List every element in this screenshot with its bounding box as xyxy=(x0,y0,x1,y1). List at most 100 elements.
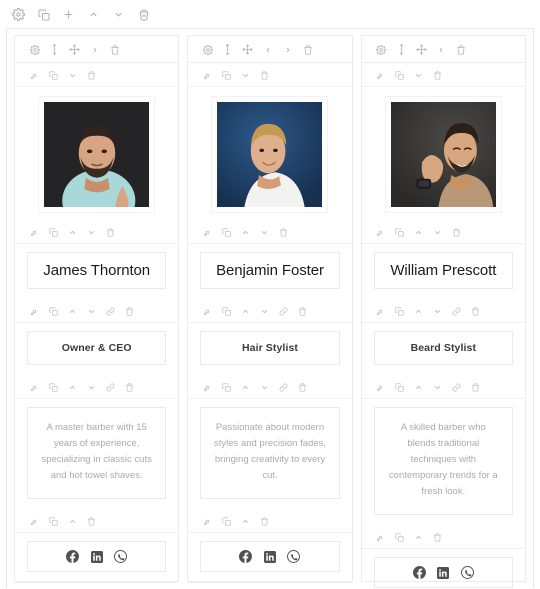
gear-icon[interactable] xyxy=(376,382,386,392)
trash-icon[interactable] xyxy=(471,382,481,392)
gear-icon[interactable] xyxy=(202,227,212,237)
move-icon[interactable] xyxy=(222,44,233,55)
trash-icon[interactable] xyxy=(109,44,120,55)
duplicate-icon[interactable] xyxy=(48,306,58,316)
chevron-up-icon[interactable] xyxy=(414,306,424,316)
chevron-up-icon[interactable] xyxy=(67,516,77,526)
member-name[interactable]: William Prescott xyxy=(373,252,513,289)
move-all-icon[interactable] xyxy=(242,44,254,55)
member-title[interactable]: Owner & CEO xyxy=(27,331,167,365)
trash-icon[interactable] xyxy=(471,306,481,316)
chevron-up-icon[interactable] xyxy=(414,227,424,237)
duplicate-icon[interactable] xyxy=(221,516,231,526)
link-icon[interactable] xyxy=(452,382,462,392)
trash-icon[interactable] xyxy=(433,70,443,80)
duplicate-icon[interactable] xyxy=(48,70,58,80)
chevron-up-icon[interactable] xyxy=(67,227,77,237)
duplicate-icon[interactable] xyxy=(48,382,58,392)
chevron-up-icon[interactable] xyxy=(240,227,250,237)
link-icon[interactable] xyxy=(278,382,288,392)
duplicate-icon[interactable] xyxy=(395,532,405,542)
trash-icon[interactable] xyxy=(433,532,443,542)
move-icon[interactable] xyxy=(396,44,407,55)
chevron-down-icon[interactable] xyxy=(414,70,424,80)
linkedin-icon[interactable] xyxy=(437,566,450,579)
team-card[interactable]: William Prescott Beard Stylist A skilled… xyxy=(360,35,526,588)
gear-icon[interactable] xyxy=(29,516,39,526)
link-icon[interactable] xyxy=(105,382,115,392)
chevron-down-icon[interactable] xyxy=(86,382,96,392)
duplicate-icon[interactable] xyxy=(221,306,231,316)
gear-icon[interactable] xyxy=(29,44,40,55)
duplicate-icon[interactable] xyxy=(221,70,231,80)
gear-icon[interactable] xyxy=(29,227,39,237)
add-element-row[interactable] xyxy=(188,582,352,589)
add-element-row[interactable] xyxy=(15,582,179,589)
chevron-down-icon[interactable] xyxy=(433,227,443,237)
trash-icon[interactable] xyxy=(297,382,307,392)
facebook-icon[interactable] xyxy=(412,566,426,579)
gear-icon[interactable] xyxy=(376,532,386,542)
gear-icon[interactable] xyxy=(376,227,386,237)
whatsapp-icon[interactable] xyxy=(460,566,474,579)
duplicate-icon[interactable] xyxy=(221,382,231,392)
portrait-james-thornton[interactable] xyxy=(39,97,155,212)
trash-icon[interactable] xyxy=(452,227,462,237)
chevron-up-icon[interactable] xyxy=(240,516,250,526)
chevron-left-icon[interactable] xyxy=(436,44,447,55)
member-bio[interactable]: Passionate about modern styles and preci… xyxy=(200,407,340,499)
duplicate-icon[interactable] xyxy=(395,382,405,392)
gear-icon[interactable] xyxy=(202,44,213,55)
chevron-down-icon[interactable] xyxy=(259,306,269,316)
trash-icon[interactable] xyxy=(137,8,150,21)
duplicate-icon[interactable] xyxy=(221,227,231,237)
member-name[interactable]: Benjamin Foster xyxy=(200,252,340,289)
trash-icon[interactable] xyxy=(124,382,134,392)
chevron-up-icon[interactable] xyxy=(414,532,424,542)
chevron-down-icon[interactable] xyxy=(259,227,269,237)
whatsapp-icon[interactable] xyxy=(287,550,301,563)
plus-icon[interactable] xyxy=(62,8,75,21)
gear-icon[interactable] xyxy=(376,44,387,55)
duplicate-icon[interactable] xyxy=(395,227,405,237)
linkedin-icon[interactable] xyxy=(90,550,103,563)
chevron-down-icon[interactable] xyxy=(259,382,269,392)
team-card[interactable]: Benjamin Foster Hair Stylist Passionate … xyxy=(187,35,353,583)
chevron-down-icon[interactable] xyxy=(240,70,250,80)
trash-icon[interactable] xyxy=(278,227,288,237)
trash-icon[interactable] xyxy=(124,306,134,316)
chevron-down-icon[interactable] xyxy=(433,306,443,316)
portrait-benjamin-foster[interactable] xyxy=(212,97,328,212)
trash-icon[interactable] xyxy=(302,44,313,55)
whatsapp-icon[interactable] xyxy=(114,550,128,563)
gear-icon[interactable] xyxy=(202,306,212,316)
duplicate-icon[interactable] xyxy=(48,227,58,237)
gear-icon[interactable] xyxy=(29,306,39,316)
chevron-up-icon[interactable] xyxy=(87,8,100,21)
link-icon[interactable] xyxy=(278,306,288,316)
member-title[interactable]: Hair Stylist xyxy=(200,331,340,365)
member-bio[interactable]: A master barber with 15 years of experie… xyxy=(27,407,167,499)
chevron-up-icon[interactable] xyxy=(240,382,250,392)
duplicate-icon[interactable] xyxy=(48,516,58,526)
chevron-down-icon[interactable] xyxy=(86,306,96,316)
duplicate-icon[interactable] xyxy=(395,70,405,80)
facebook-icon[interactable] xyxy=(239,550,253,563)
duplicate-icon[interactable] xyxy=(395,306,405,316)
gear-icon[interactable] xyxy=(202,70,212,80)
trash-icon[interactable] xyxy=(105,227,115,237)
member-title[interactable]: Beard Stylist xyxy=(373,331,513,365)
chevron-down-icon[interactable] xyxy=(86,227,96,237)
gear-icon[interactable] xyxy=(376,70,386,80)
gear-icon[interactable] xyxy=(29,70,39,80)
member-bio[interactable]: A skilled barber who blends traditional … xyxy=(373,407,513,515)
chevron-right-icon[interactable] xyxy=(89,44,100,55)
chevron-up-icon[interactable] xyxy=(67,382,77,392)
trash-icon[interactable] xyxy=(456,44,467,55)
link-icon[interactable] xyxy=(452,306,462,316)
gear-icon[interactable] xyxy=(202,516,212,526)
gear-icon[interactable] xyxy=(12,8,25,21)
chevron-down-icon[interactable] xyxy=(112,8,125,21)
facebook-icon[interactable] xyxy=(66,550,80,563)
portrait-william-prescott[interactable] xyxy=(385,97,501,212)
